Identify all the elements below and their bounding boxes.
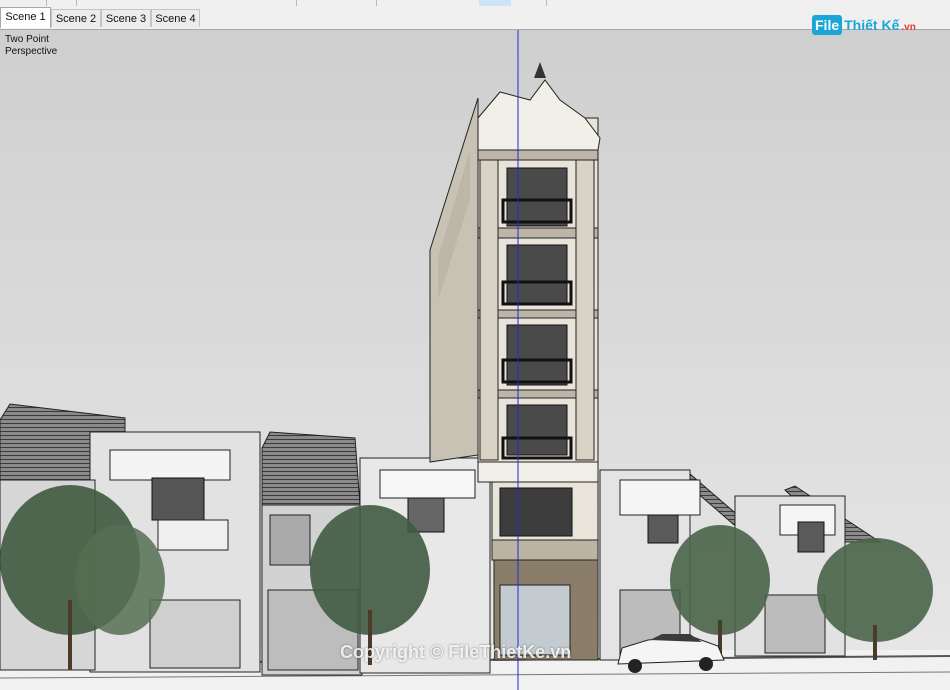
camera-mode-label: Two Point Perspective xyxy=(5,34,57,58)
toolbar-segment xyxy=(376,0,547,6)
tab-scene-1[interactable]: Scene 1 xyxy=(0,7,51,28)
tab-scene-2[interactable]: Scene 2 xyxy=(51,9,101,27)
site-logo: File Thiết Kế .vn xyxy=(812,13,916,37)
toolbar-segment xyxy=(76,0,297,6)
camera-label-line1: Two Point xyxy=(5,34,49,45)
logo-text: Thiết Kế xyxy=(844,17,900,33)
tab-scene-3[interactable]: Scene 3 xyxy=(101,9,151,27)
toolbar-highlight xyxy=(479,0,511,6)
scene-render xyxy=(0,30,950,690)
camera-label-line2: Perspective xyxy=(5,46,58,57)
scene-tab-bar: Scene 1 Scene 2 Scene 3 Scene 4 xyxy=(0,7,950,30)
model-viewport[interactable]: Two Point Perspective Copyright © FileTh… xyxy=(0,30,950,690)
logo-badge: File xyxy=(812,15,843,35)
copyright-watermark: Copyright © FileThietKe.vn xyxy=(340,642,572,662)
logo-domain: .vn xyxy=(901,21,916,33)
toolbar-segment xyxy=(0,0,47,6)
toolbar-segment xyxy=(46,0,77,6)
tab-scene-4[interactable]: Scene 4 xyxy=(151,9,200,27)
toolbar-segment xyxy=(296,0,377,6)
